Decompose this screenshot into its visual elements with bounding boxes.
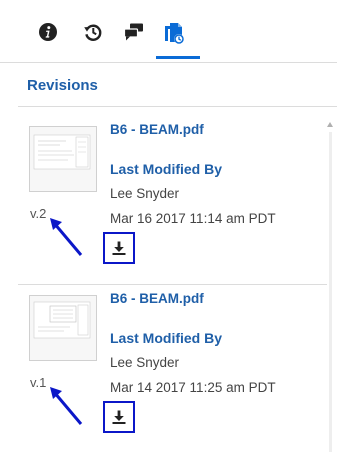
file-name-link[interactable]: B6 - BEAM.pdf	[110, 291, 204, 306]
tab-bar	[0, 0, 337, 62]
annotation-arrow-icon	[48, 216, 84, 263]
tab-comments[interactable]	[114, 22, 154, 62]
document-thumbnail[interactable]	[29, 126, 97, 192]
version-label: v.1	[30, 375, 47, 390]
active-tab-indicator	[156, 56, 200, 59]
divider	[0, 62, 337, 63]
tab-history[interactable]	[73, 22, 113, 62]
section-title: Revisions	[27, 77, 98, 94]
file-name-link[interactable]: B6 - BEAM.pdf	[110, 122, 204, 137]
revision-item: v.2 B6 - BEAM.pdf Last Modified By Lee S…	[18, 116, 327, 284]
version-label: v.2	[30, 206, 47, 221]
tab-info[interactable]	[28, 22, 68, 62]
last-modified-label: Last Modified By	[110, 161, 223, 177]
document-thumbnail[interactable]	[29, 295, 97, 361]
comments-icon	[123, 22, 145, 42]
revision-item: v.1 B6 - BEAM.pdf Last Modified By Lee S…	[18, 285, 327, 452]
download-icon	[111, 240, 127, 256]
last-modified-label: Last Modified By	[110, 330, 223, 346]
info-icon	[38, 22, 58, 42]
scroll-up-arrow-icon[interactable]	[327, 122, 333, 127]
scrollbar[interactable]	[327, 116, 335, 452]
divider	[18, 106, 337, 107]
annotation-arrow-icon	[48, 385, 84, 432]
modified-by: Lee Snyder	[110, 186, 180, 201]
download-button[interactable]	[103, 232, 135, 264]
modified-date: Mar 16 2017 11:14 am PDT	[110, 211, 276, 226]
download-button[interactable]	[103, 401, 135, 433]
modified-by: Lee Snyder	[110, 355, 180, 370]
scroll-track[interactable]	[329, 132, 332, 452]
download-icon	[111, 409, 127, 425]
revisions-icon	[162, 22, 186, 46]
history-icon	[83, 22, 103, 42]
modified-date: Mar 14 2017 11:25 am PDT	[110, 380, 276, 395]
